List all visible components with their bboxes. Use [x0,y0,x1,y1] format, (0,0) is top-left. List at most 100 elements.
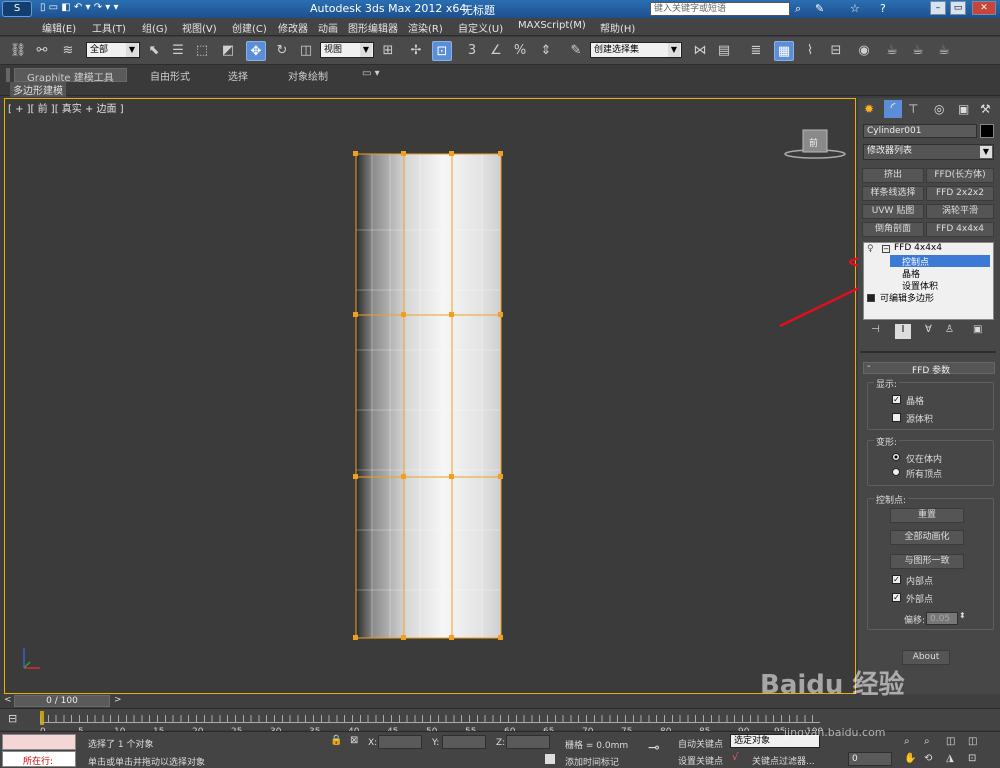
modifier-button-spline-select[interactable]: 样条线选择 [862,186,924,201]
selection-status: 选择了 1 个对象 [88,740,154,750]
deform-group-label: 变形: [874,435,900,448]
object-color-swatch[interactable] [980,124,994,138]
configure-sets-icon[interactable]: ▣ [973,324,982,335]
hierarchy-tab-icon[interactable]: ⊤ [908,102,918,116]
auto-key-button[interactable]: 自动关键点 [678,737,723,750]
offset-value: 0.05 [930,614,951,624]
viewcube-label: 前 [809,137,818,149]
pan-icon[interactable]: ✋ [904,753,916,764]
field-of-view-icon[interactable]: ◮ [946,753,954,764]
conform-to-shape-button[interactable]: 与图形一致 [890,554,964,569]
display-tab-icon[interactable]: ▣ [958,102,969,116]
reset-button[interactable]: 重置 [890,508,964,523]
command-panel-tabs: ✹ ◜ ⊤ ◎ ▣ ⚒ [862,100,996,118]
separator [860,351,996,353]
source-volume-checkbox-label: 源体积 [906,415,934,425]
modifier-button-bevel-profile[interactable]: 倒角剖面 [862,222,924,237]
time-slider-prev[interactable]: < [4,695,12,705]
frame-display: 0 / 100 [46,696,78,706]
collapse-icon[interactable]: − [882,245,890,253]
modifier-button-turbosmooth[interactable]: 涡轮平滑 [926,204,994,219]
object-name-field[interactable]: Cylinder001 [863,124,977,138]
source-volume-checkbox[interactable] [892,413,901,422]
z-label: Z: [496,738,506,748]
watermark-url: jingyan.baidu.com [784,726,886,739]
modifier-list-dropdown[interactable]: 修改器列表 ▼ [863,144,994,160]
modifier-button-ffd-4x4x4[interactable]: FFD 4x4x4 [926,222,994,237]
only-in-volume-label: 仅在体内 [906,455,943,465]
about-button[interactable]: About [902,650,950,665]
time-slider-next[interactable]: > [114,695,122,705]
modifier-button-extrude[interactable]: 挤出 [862,168,924,183]
utilities-tab-icon[interactable]: ⚒ [980,102,991,116]
x-coordinate-field[interactable] [378,735,422,749]
viewport-scene: 前 [23,129,1000,669]
remove-modifier-icon[interactable]: ♙ [945,324,954,335]
offset-label: 偏移: [904,616,926,626]
lattice-checkbox[interactable]: ✓ [892,395,901,404]
selection-lock-icon[interactable]: 🔒 [330,735,342,746]
absolute-mode-icon[interactable]: ⊠ [350,735,358,746]
object-name-value: Cylinder001 [867,126,922,136]
all-vertices-label: 所有顶点 [906,470,943,480]
stack-tools: ⊣ Ⅰ ∀ ♙ ▣ [863,324,994,340]
stack-item-ffd[interactable]: FFD 4x4x4 [894,243,942,253]
light-bulb-icon[interactable]: ♀ [867,244,874,254]
set-key-icon[interactable]: ⊸ [648,740,660,756]
lattice-checkbox-label: 晶格 [906,397,925,407]
y-label: Y: [432,738,440,748]
current-frame-value: 0 [852,754,858,764]
set-key-button[interactable]: 设置关键点 [678,754,723,767]
command-panel: ✹ ◜ ⊤ ◎ ▣ ⚒ Cylinder001 修改器列表 ▼ 挤出 FFD(长… [858,98,1000,694]
key-tangent-icon[interactable]: √ [732,752,738,763]
offset-spinner[interactable]: 0.05 [926,612,958,625]
mini-curve-editor-icon[interactable]: ⊟ [8,712,17,725]
add-time-tag[interactable]: 添加时间标记 [565,755,619,768]
stack-item-editable-poly[interactable]: 可编辑多边形 [880,291,934,304]
modify-tab-icon[interactable]: ◜ [884,100,902,118]
outside-points-checkbox[interactable]: ✓ [892,593,901,602]
inside-points-label: 内部点 [906,577,934,587]
axis-tripod-icon [23,648,40,669]
create-tab-icon[interactable]: ✹ [864,102,874,116]
baidu-watermark: Baidu 经验 jingyan.baidu.com [760,664,950,744]
key-filters-button[interactable]: 关键点过滤器... [752,754,815,767]
pin-stack-icon[interactable]: ⊣ [871,324,880,335]
modifier-stack: ♀ − FFD 4x4x4 控制点 晶格 设置体积 可编辑多边形 [863,242,994,320]
expand-icon[interactable] [867,294,875,302]
running-label: 所在行: [23,757,54,767]
show-end-result-icon[interactable]: Ⅰ [895,324,911,339]
inside-points-checkbox[interactable]: ✓ [892,575,901,584]
rollout-collapse-icon: - [867,361,871,372]
control-points-group-label: 控制点: [874,493,909,506]
spinner-arrows-icon[interactable]: ⬍ [959,611,966,620]
orbit-icon[interactable]: ⟲ [924,753,932,764]
chevron-down-icon: ▼ [980,146,992,158]
maxscript-listener[interactable] [2,734,76,750]
animate-all-button[interactable]: 全部动画化 [890,530,964,545]
z-coordinate-field[interactable] [506,735,550,749]
x-label: X: [368,738,378,748]
zoom-extents-all-icon[interactable]: ◫ [968,736,977,747]
maxscript-mini-listener[interactable]: 所在行: [2,751,76,767]
maximize-viewport-icon[interactable]: ⊡ [968,753,976,764]
modifier-button-uvw-map[interactable]: UVW 贴图 [862,204,924,219]
cylinder-object [356,154,501,638]
make-unique-icon[interactable]: ∀ [925,324,932,335]
only-in-volume-radio[interactable] [892,453,900,461]
all-vertices-radio[interactable] [892,468,900,476]
ffd-rollout-header[interactable]: - FFD 参数 [863,361,995,376]
time-slider-thumb[interactable]: 0 / 100 [14,695,110,707]
motion-tab-icon[interactable]: ◎ [934,102,944,116]
modifier-button-ffd-box[interactable]: FFD(长方体) [926,168,994,183]
modifier-list-label: 修改器列表 [867,146,913,156]
add-time-tag-icon[interactable] [544,753,556,765]
track-ruler [40,715,820,723]
outside-points-label: 外部点 [906,595,934,605]
watermark-brand: Baidu 经验 [760,670,905,700]
y-coordinate-field[interactable] [442,735,486,749]
rollout-title: FFD 参数 [912,366,951,376]
display-group-label: 显示: [874,377,900,390]
current-frame-field[interactable]: 0 [848,752,892,766]
modifier-button-ffd-2x2x2[interactable]: FFD 2x2x2 [926,186,994,201]
